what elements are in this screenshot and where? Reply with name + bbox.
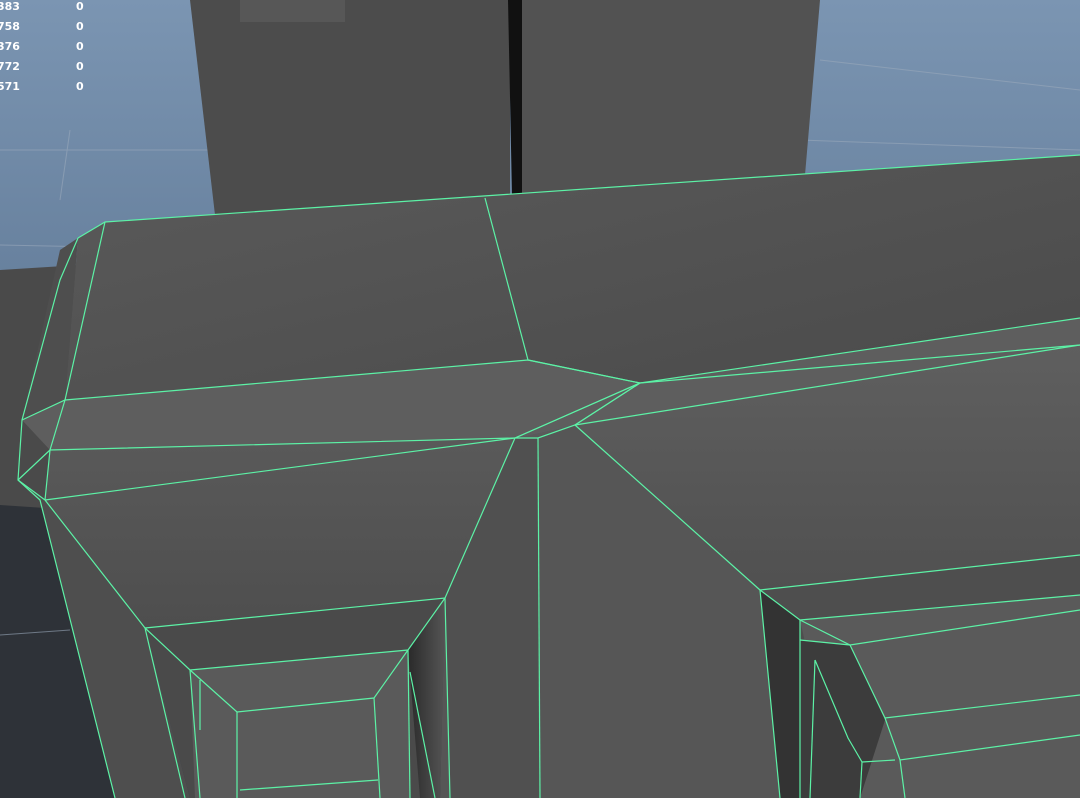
mesh-left-block-inner [190, 650, 410, 798]
scene-canvas[interactable] [0, 0, 1080, 798]
background-box-right [520, 0, 820, 195]
background-box-left [190, 0, 510, 215]
background-box-highlight [240, 0, 345, 22]
3d-viewport[interactable]: 383 0 758 0 376 0 772 0 571 0 [0, 0, 1080, 798]
mesh-object[interactable] [17, 154, 1080, 798]
